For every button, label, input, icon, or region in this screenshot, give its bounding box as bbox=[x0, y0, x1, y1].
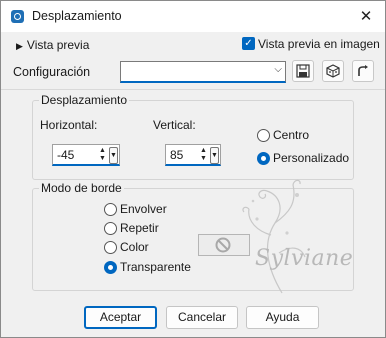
save-icon bbox=[296, 64, 310, 78]
edge-mode-group-title: Modo de borde bbox=[39, 181, 124, 195]
radio-personalizado-circle[interactable] bbox=[257, 152, 270, 165]
expand-arrow-icon: ▶ bbox=[16, 41, 23, 51]
spin-down-icon: ▼ bbox=[200, 155, 207, 162]
radio-repetir-label: Repetir bbox=[120, 221, 159, 235]
preview-expander[interactable]: ▶ Vista previa bbox=[16, 38, 89, 52]
save-preset-button[interactable] bbox=[292, 60, 314, 82]
spin-up-icon: ▲ bbox=[99, 147, 106, 154]
title-bar: Desplazamiento ✕ bbox=[1, 1, 385, 32]
image-preview-label: Vista previa en imagen bbox=[258, 37, 380, 51]
dropdown-arrow-icon: ▼ bbox=[211, 152, 218, 159]
horizontal-value: -45 bbox=[57, 148, 75, 162]
horizontal-slider-dropdown[interactable]: ▼ bbox=[109, 147, 118, 164]
radio-envolver-circle[interactable] bbox=[104, 203, 117, 216]
vertical-label: Vertical: bbox=[153, 118, 196, 132]
horizontal-label: Horizontal: bbox=[40, 118, 98, 132]
vertical-spin-arrows[interactable]: ▲ ▼ bbox=[199, 147, 208, 164]
window-title: Desplazamiento bbox=[32, 9, 122, 23]
preview-label: Vista previa bbox=[26, 38, 90, 52]
edge-color-swatch[interactable] bbox=[198, 234, 250, 256]
close-icon: ✕ bbox=[359, 8, 373, 25]
no-color-icon bbox=[215, 237, 231, 253]
vertical-value: 85 bbox=[170, 148, 184, 162]
radio-color-label: Color bbox=[120, 240, 149, 254]
ok-button[interactable]: Aceptar bbox=[84, 306, 157, 329]
watermark-text: Sylviane bbox=[255, 246, 354, 271]
radio-personalizado-label: Personalizado bbox=[273, 151, 350, 165]
horizontal-spinner[interactable]: -45 ▲ ▼ ▼ bbox=[52, 144, 120, 166]
spin-down-icon: ▼ bbox=[99, 155, 106, 162]
radio-transparente-circle[interactable] bbox=[104, 261, 117, 274]
randomize-icon bbox=[326, 64, 340, 78]
radio-color-circle[interactable] bbox=[104, 241, 117, 254]
randomize-button[interactable] bbox=[322, 60, 344, 82]
radio-transparente-label: Transparente bbox=[120, 260, 191, 274]
radio-envolver-label: Envolver bbox=[120, 202, 167, 216]
config-combobox[interactable]: ⌵ bbox=[120, 61, 286, 83]
spin-up-icon: ▲ bbox=[200, 147, 207, 154]
radio-centro-circle[interactable] bbox=[257, 129, 270, 142]
help-button[interactable]: Ayuda bbox=[246, 306, 319, 329]
cancel-button[interactable]: Cancelar bbox=[166, 306, 238, 329]
horizontal-spin-arrows[interactable]: ▲ ▼ bbox=[98, 147, 107, 164]
reset-button[interactable] bbox=[352, 60, 374, 82]
dialog-window: Desplazamiento ✕ ▶ Vista previa ✓ Vista p… bbox=[0, 0, 386, 338]
radio-centro-label: Centro bbox=[273, 128, 310, 142]
vertical-spinner[interactable]: 85 ▲ ▼ ▼ bbox=[165, 144, 221, 166]
image-preview-checkbox[interactable]: ✓ bbox=[242, 37, 255, 50]
offset-group-title: Desplazamiento bbox=[39, 93, 130, 107]
reset-icon bbox=[358, 65, 368, 76]
chevron-down-icon: ⌵ bbox=[274, 64, 282, 75]
app-icon bbox=[11, 10, 24, 23]
divider bbox=[1, 89, 385, 90]
vertical-slider-dropdown[interactable]: ▼ bbox=[210, 147, 219, 164]
close-button[interactable]: ✕ bbox=[353, 6, 379, 28]
config-label: Configuración bbox=[13, 65, 91, 79]
radio-repetir-circle[interactable] bbox=[104, 222, 117, 235]
dropdown-arrow-icon: ▼ bbox=[110, 152, 117, 159]
